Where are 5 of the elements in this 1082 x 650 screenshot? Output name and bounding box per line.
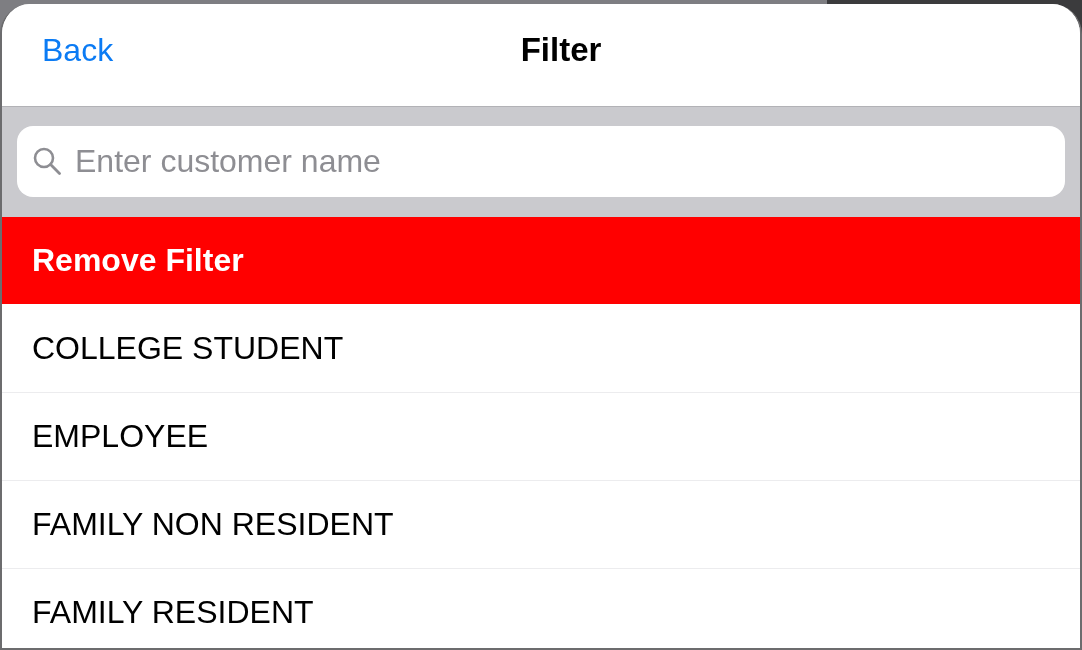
search-icon bbox=[33, 147, 61, 175]
remove-filter-button[interactable]: Remove Filter bbox=[2, 217, 1080, 304]
back-button[interactable]: Back bbox=[42, 31, 114, 69]
header-title: Filter bbox=[520, 31, 602, 69]
search-field[interactable]: Enter customer name bbox=[17, 126, 1065, 197]
